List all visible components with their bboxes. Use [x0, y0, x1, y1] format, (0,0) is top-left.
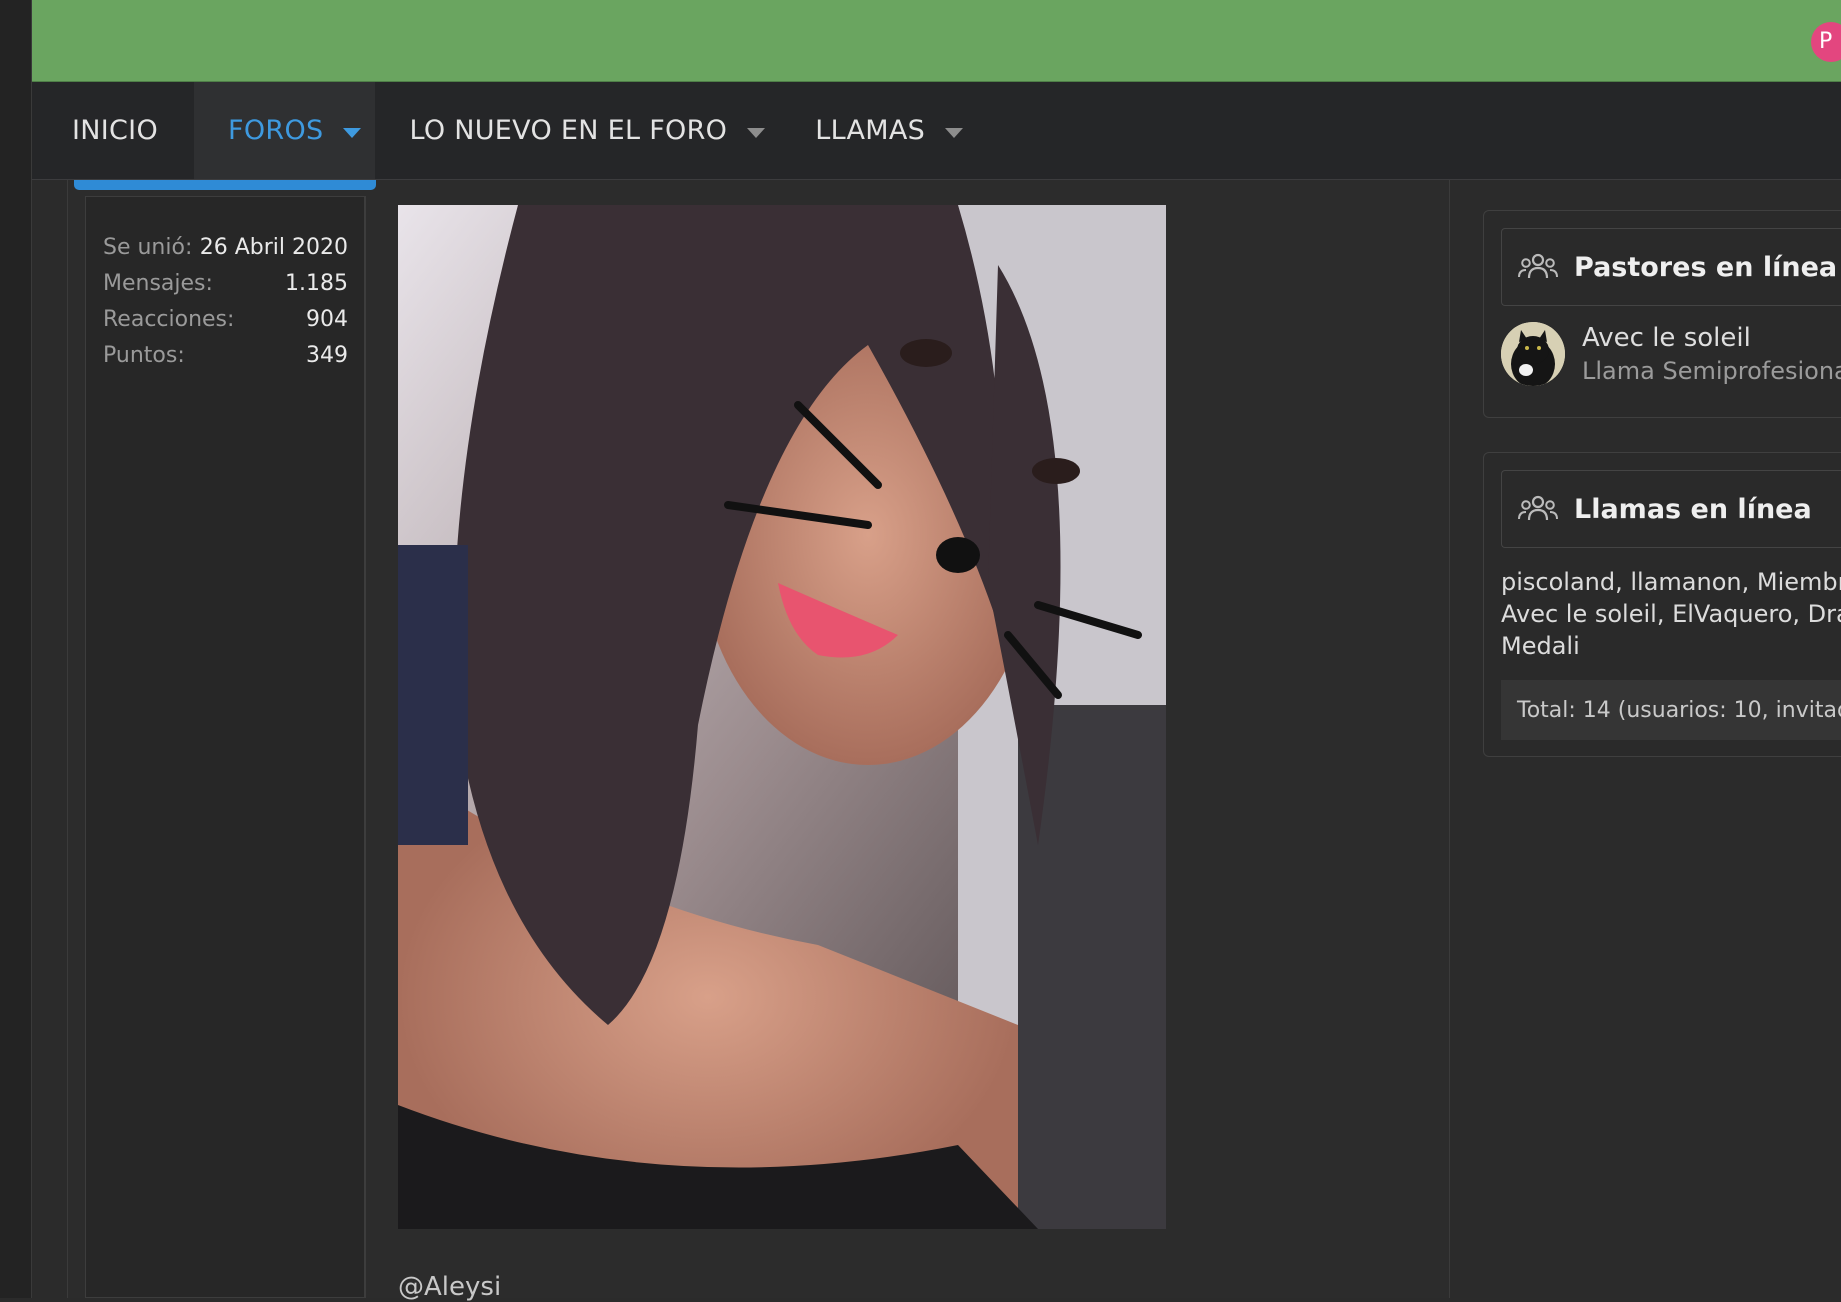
users-group-icon	[1518, 253, 1558, 279]
tab-llamas-label: LLAMAS	[815, 115, 926, 146]
user-info-panel: Se unió: 26 Abril 2020 Mensajes: 1.185 R…	[85, 196, 365, 1298]
tab-foros-label: FOROS	[228, 115, 324, 146]
members-online-header: Llamas en línea	[1501, 470, 1841, 548]
stat-joined: Se unió: 26 Abril 2020	[86, 229, 364, 265]
stat-reactions: Reacciones: 904	[86, 301, 364, 337]
main-navbar: INICIO FOROS LO NUEVO EN EL FORO LLAMAS	[32, 82, 1841, 180]
members-online-widget: Llamas en línea piscoland, llamanon, Mie…	[1483, 452, 1841, 757]
site-header: P	[32, 0, 1841, 82]
stat-label: Puntos:	[103, 342, 185, 368]
chevron-down-icon[interactable]	[343, 127, 362, 138]
stat-value[interactable]: 349	[306, 343, 348, 368]
stat-value: 904	[306, 306, 348, 332]
online-members-line[interactable]: piscoland, llamanon, Miembra	[1501, 566, 1841, 598]
stat-label: Reacciones:	[103, 306, 235, 332]
stat-label: Se unió:	[103, 234, 193, 260]
online-members-line[interactable]: Medali	[1501, 630, 1841, 662]
cat-avatar-icon	[1501, 322, 1565, 386]
stat-label: Mensajes:	[103, 270, 213, 296]
staff-online-header: Pastores en línea	[1501, 228, 1841, 306]
user-stats: Se unió: 26 Abril 2020 Mensajes: 1.185 R…	[86, 229, 364, 373]
stat-messages: Mensajes: 1.185	[86, 265, 364, 301]
post-photo[interactable]	[398, 205, 1166, 1229]
tab-lo-nuevo-label: LO NUEVO EN EL FORO	[409, 115, 728, 146]
users-group-icon	[1518, 495, 1558, 521]
stat-points: Puntos: 349	[86, 337, 364, 373]
user-avatar-badge[interactable]: P	[1811, 22, 1841, 62]
content-divider	[1449, 180, 1450, 1298]
staff-member-name[interactable]: Avec le soleil	[1582, 323, 1841, 353]
avatar[interactable]	[1501, 322, 1565, 386]
staff-member-role: Llama Semiprofesional	[1582, 357, 1841, 385]
user-banner-accent	[74, 180, 376, 190]
staff-member-row[interactable]: Avec le soleil Llama Semiprofesional	[1501, 322, 1841, 386]
staff-online-title: Pastores en línea	[1574, 251, 1838, 283]
chevron-down-icon[interactable]	[747, 127, 766, 138]
online-total: Total: 14 (usuarios: 10, invitados	[1501, 680, 1841, 740]
stat-value[interactable]: 1.185	[285, 271, 348, 296]
tab-inicio-label: INICIO	[72, 115, 158, 146]
members-online-title: Llamas en línea	[1574, 493, 1812, 525]
tab-inicio[interactable]: INICIO	[32, 82, 194, 179]
staff-online-widget: Pastores en línea Avec le soleil Llama S…	[1483, 210, 1841, 418]
post-divider	[365, 196, 366, 1298]
online-members-list: piscoland, llamanon, Miembra Avec le sol…	[1501, 566, 1841, 662]
online-members-line[interactable]: Avec le soleil, ElVaquero, Dragó	[1501, 598, 1841, 630]
photo-placeholder-icon	[398, 205, 1166, 1229]
left-rail	[0, 0, 32, 1298]
stat-value: 26 Abril 2020	[199, 234, 348, 260]
chevron-down-icon[interactable]	[945, 127, 964, 138]
tab-llamas[interactable]: LLAMAS	[801, 82, 999, 179]
tab-foros[interactable]: FOROS	[194, 82, 376, 179]
tab-lo-nuevo[interactable]: LO NUEVO EN EL FORO	[375, 82, 801, 179]
